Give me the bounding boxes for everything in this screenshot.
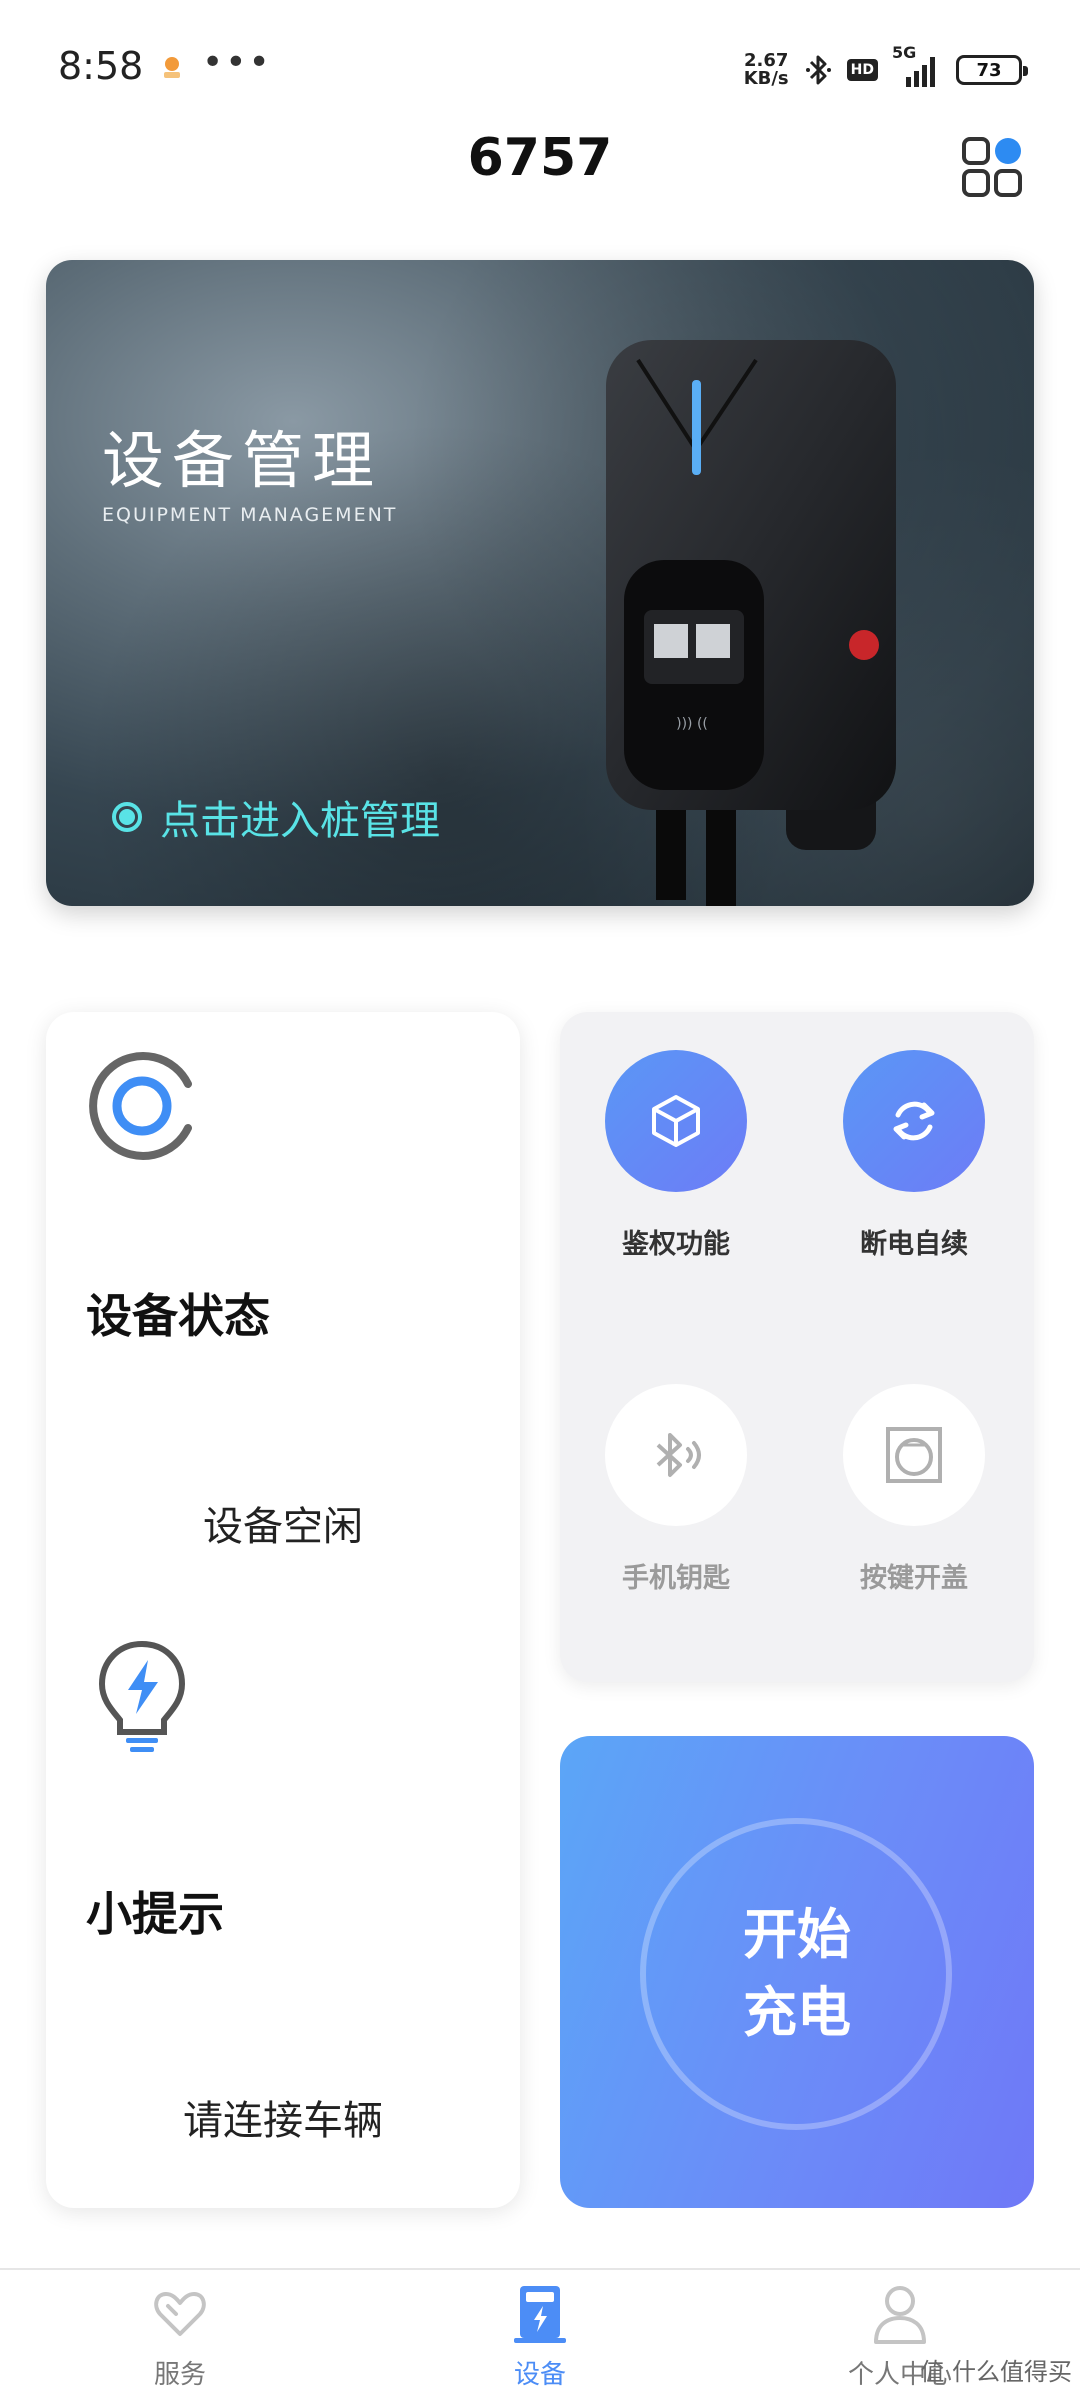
auth-function-button[interactable]: 鉴权功能 (576, 1050, 776, 1261)
watermark: 值 什么值得买 (920, 2358, 1072, 2386)
cube-icon (652, 1095, 700, 1147)
nav-label-device: 设备 (513, 2360, 566, 2390)
nav-tab-service[interactable]: 服务 (80, 2284, 280, 2391)
charge-label-line1: 开始 (743, 1903, 851, 1966)
refresh-icon (893, 1101, 935, 1141)
cellular-signal-icon: 5G (892, 43, 942, 87)
page-title: 6757 (467, 128, 613, 188)
banner-subtitle: EQUIPMENT MANAGEMENT (102, 504, 398, 526)
auth-function-label: 鉴权功能 (622, 1229, 730, 1260)
bluetooth-icon (656, 1433, 701, 1477)
app-notification-icon (164, 57, 180, 78)
tip-heading: 小提示 (86, 1887, 224, 1941)
power-resume-icon-bg (843, 1050, 985, 1192)
more-notifications-icon: ••• (202, 42, 272, 83)
banner-link-label: 点击进入桩管理 (160, 798, 440, 844)
charger-icon (514, 2286, 566, 2343)
button-cover-label: 按键开盖 (860, 1563, 968, 1594)
phone-key-label: 手机钥匙 (622, 1563, 730, 1594)
device-status-value: 设备空闲 (203, 1504, 363, 1550)
bluetooth-status-icon (805, 55, 831, 85)
auth-function-icon-bg (605, 1050, 747, 1192)
power-resume-button[interactable]: 断电自续 (814, 1050, 1014, 1261)
banner-title: 设备管理 (102, 424, 383, 497)
phone-key-button[interactable]: 手机钥匙 (576, 1384, 776, 1595)
network-type: 5G (892, 43, 917, 62)
tip-value: 请连接车辆 (183, 2098, 383, 2144)
status-indicators: 2.67 KB/s HD 5G 73 (744, 43, 1028, 90)
bottom-navigation: 服务 设备 个人中心 (0, 2268, 1080, 2400)
nav-label-service: 服务 (153, 2360, 206, 2390)
grid-menu-icon[interactable] (960, 135, 1024, 199)
status-ring-icon (89, 1052, 192, 1160)
nav-tab-device[interactable]: 设备 (440, 2284, 640, 2391)
button-cover-icon (886, 1427, 942, 1483)
heart-icon (154, 2292, 206, 2336)
device-status-heading: 设备状态 (86, 1289, 270, 1343)
network-speed: 2.67 KB/s (744, 52, 789, 88)
equipment-management-banner[interactable]: ))) (( 设备管理 EQUIPMENT MANAGEMENT 点击进入桩管理 (46, 260, 1034, 906)
charge-label-line2: 充电 (743, 1981, 851, 2044)
hd-badge: HD (846, 59, 878, 81)
button-cover-icon-bg (843, 1384, 985, 1526)
person-icon (874, 2286, 926, 2344)
radio-dot-icon (112, 802, 142, 832)
start-charging-button[interactable]: 开始 充电 (560, 1736, 1034, 2208)
battery-indicator: 73 (956, 55, 1028, 85)
button-cover-button[interactable]: 按键开盖 (814, 1384, 1014, 1595)
status-bar: 8:58 ••• 2.67 KB/s HD 5G 73 (0, 0, 1080, 130)
function-grid: 鉴权功能 断电自续 手机钥匙 按键开盖 (560, 1012, 1034, 1682)
status-time: 8:58 (58, 44, 144, 88)
enter-pile-management-link[interactable]: 点击进入桩管理 (112, 788, 440, 846)
device-status-card: 设备状态 设备空闲 小提示 请连接车辆 (46, 1012, 520, 2208)
network-speed-unit: KB/s (743, 68, 789, 89)
power-resume-label: 断电自续 (860, 1229, 968, 1260)
phone-key-icon-bg (605, 1384, 747, 1526)
svg-text:))) ((: ))) (( (676, 716, 708, 732)
lightbulb-icon (98, 1640, 186, 1752)
charger-device-image: ))) (( (606, 340, 896, 906)
